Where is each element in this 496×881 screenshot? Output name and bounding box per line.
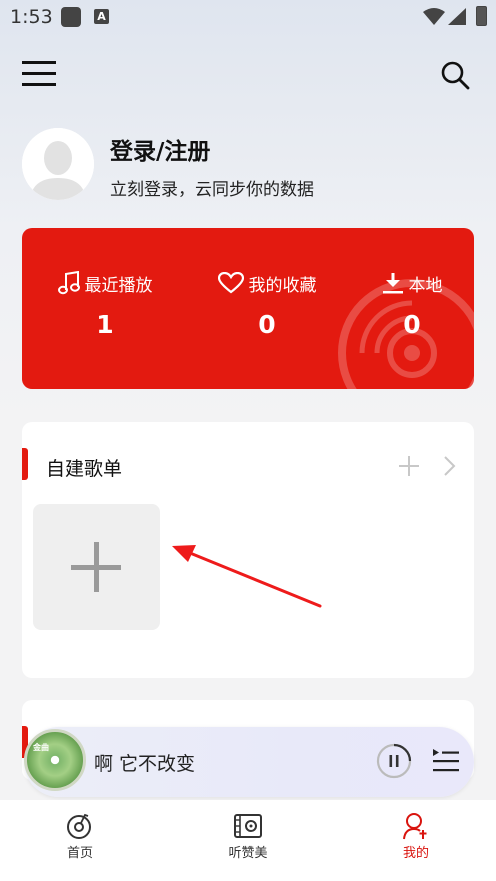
- search-icon[interactable]: [440, 60, 470, 90]
- album-cover: 金曲: [24, 729, 86, 791]
- wifi-icon: [423, 8, 445, 25]
- local-music-label: 本地: [408, 275, 443, 296]
- custom-playlists-card: 自建歌单: [22, 422, 474, 678]
- download-icon: [382, 273, 403, 294]
- notification-icon: [61, 7, 81, 27]
- playlist-queue-icon[interactable]: [432, 747, 460, 775]
- pause-icon[interactable]: [376, 743, 412, 779]
- login-subtitle: 立刻登录，云同步你的数据: [110, 180, 314, 200]
- recent-plays-label: 最近播放: [84, 275, 153, 296]
- avatar[interactable]: [22, 128, 94, 200]
- add-playlist-icon[interactable]: [397, 454, 421, 478]
- battery-icon: [476, 6, 487, 26]
- bottom-tab-bar: 首页 听赞美 我的: [0, 800, 496, 881]
- section-accent-bar: [22, 448, 28, 480]
- my-favorites-label: 我的收藏: [248, 275, 317, 296]
- tab-mine-label: 我的: [402, 846, 429, 861]
- signal-icon: [448, 8, 466, 25]
- album-cover-text: 金曲: [33, 743, 49, 752]
- my-favorites[interactable]: 我的收藏 0: [192, 268, 342, 339]
- tab-praise-label: 听赞美: [228, 846, 268, 861]
- tab-mine[interactable]: 我的: [376, 812, 456, 861]
- tab-home[interactable]: 首页: [40, 812, 120, 861]
- recent-plays[interactable]: 最近播放 1: [30, 268, 180, 339]
- stats-panel: 最近播放 1 我的收藏 0 本地 0: [22, 228, 474, 389]
- local-music-count: 0: [403, 310, 421, 339]
- heart-icon: [217, 272, 244, 294]
- current-song-title: 啊 它不改变: [94, 753, 196, 775]
- tab-home-label: 首页: [66, 846, 93, 861]
- login-register-title[interactable]: 登录/注册: [110, 132, 210, 166]
- local-music[interactable]: 本地 0: [337, 268, 474, 339]
- tab-praise[interactable]: 听赞美: [208, 812, 288, 861]
- user-icon: [403, 813, 427, 840]
- my-favorites-count: 0: [258, 310, 276, 339]
- new-playlist-button[interactable]: [33, 504, 160, 630]
- status-time: 1:53: [10, 6, 53, 28]
- status-bar: 1:53 A: [0, 0, 496, 34]
- chevron-right-icon[interactable]: [442, 454, 458, 478]
- film-reel-icon: [234, 814, 262, 838]
- custom-playlists-title: 自建歌单: [46, 458, 123, 480]
- music-note-icon: [57, 271, 80, 295]
- plus-icon: [71, 542, 121, 592]
- disc-note-icon: [67, 813, 91, 839]
- recent-plays-count: 1: [96, 310, 114, 339]
- mini-player[interactable]: 金曲 啊 它不改变: [24, 727, 474, 797]
- hamburger-icon[interactable]: [22, 58, 56, 90]
- default-avatar-icon: [22, 128, 94, 200]
- a-icon: A: [94, 9, 109, 24]
